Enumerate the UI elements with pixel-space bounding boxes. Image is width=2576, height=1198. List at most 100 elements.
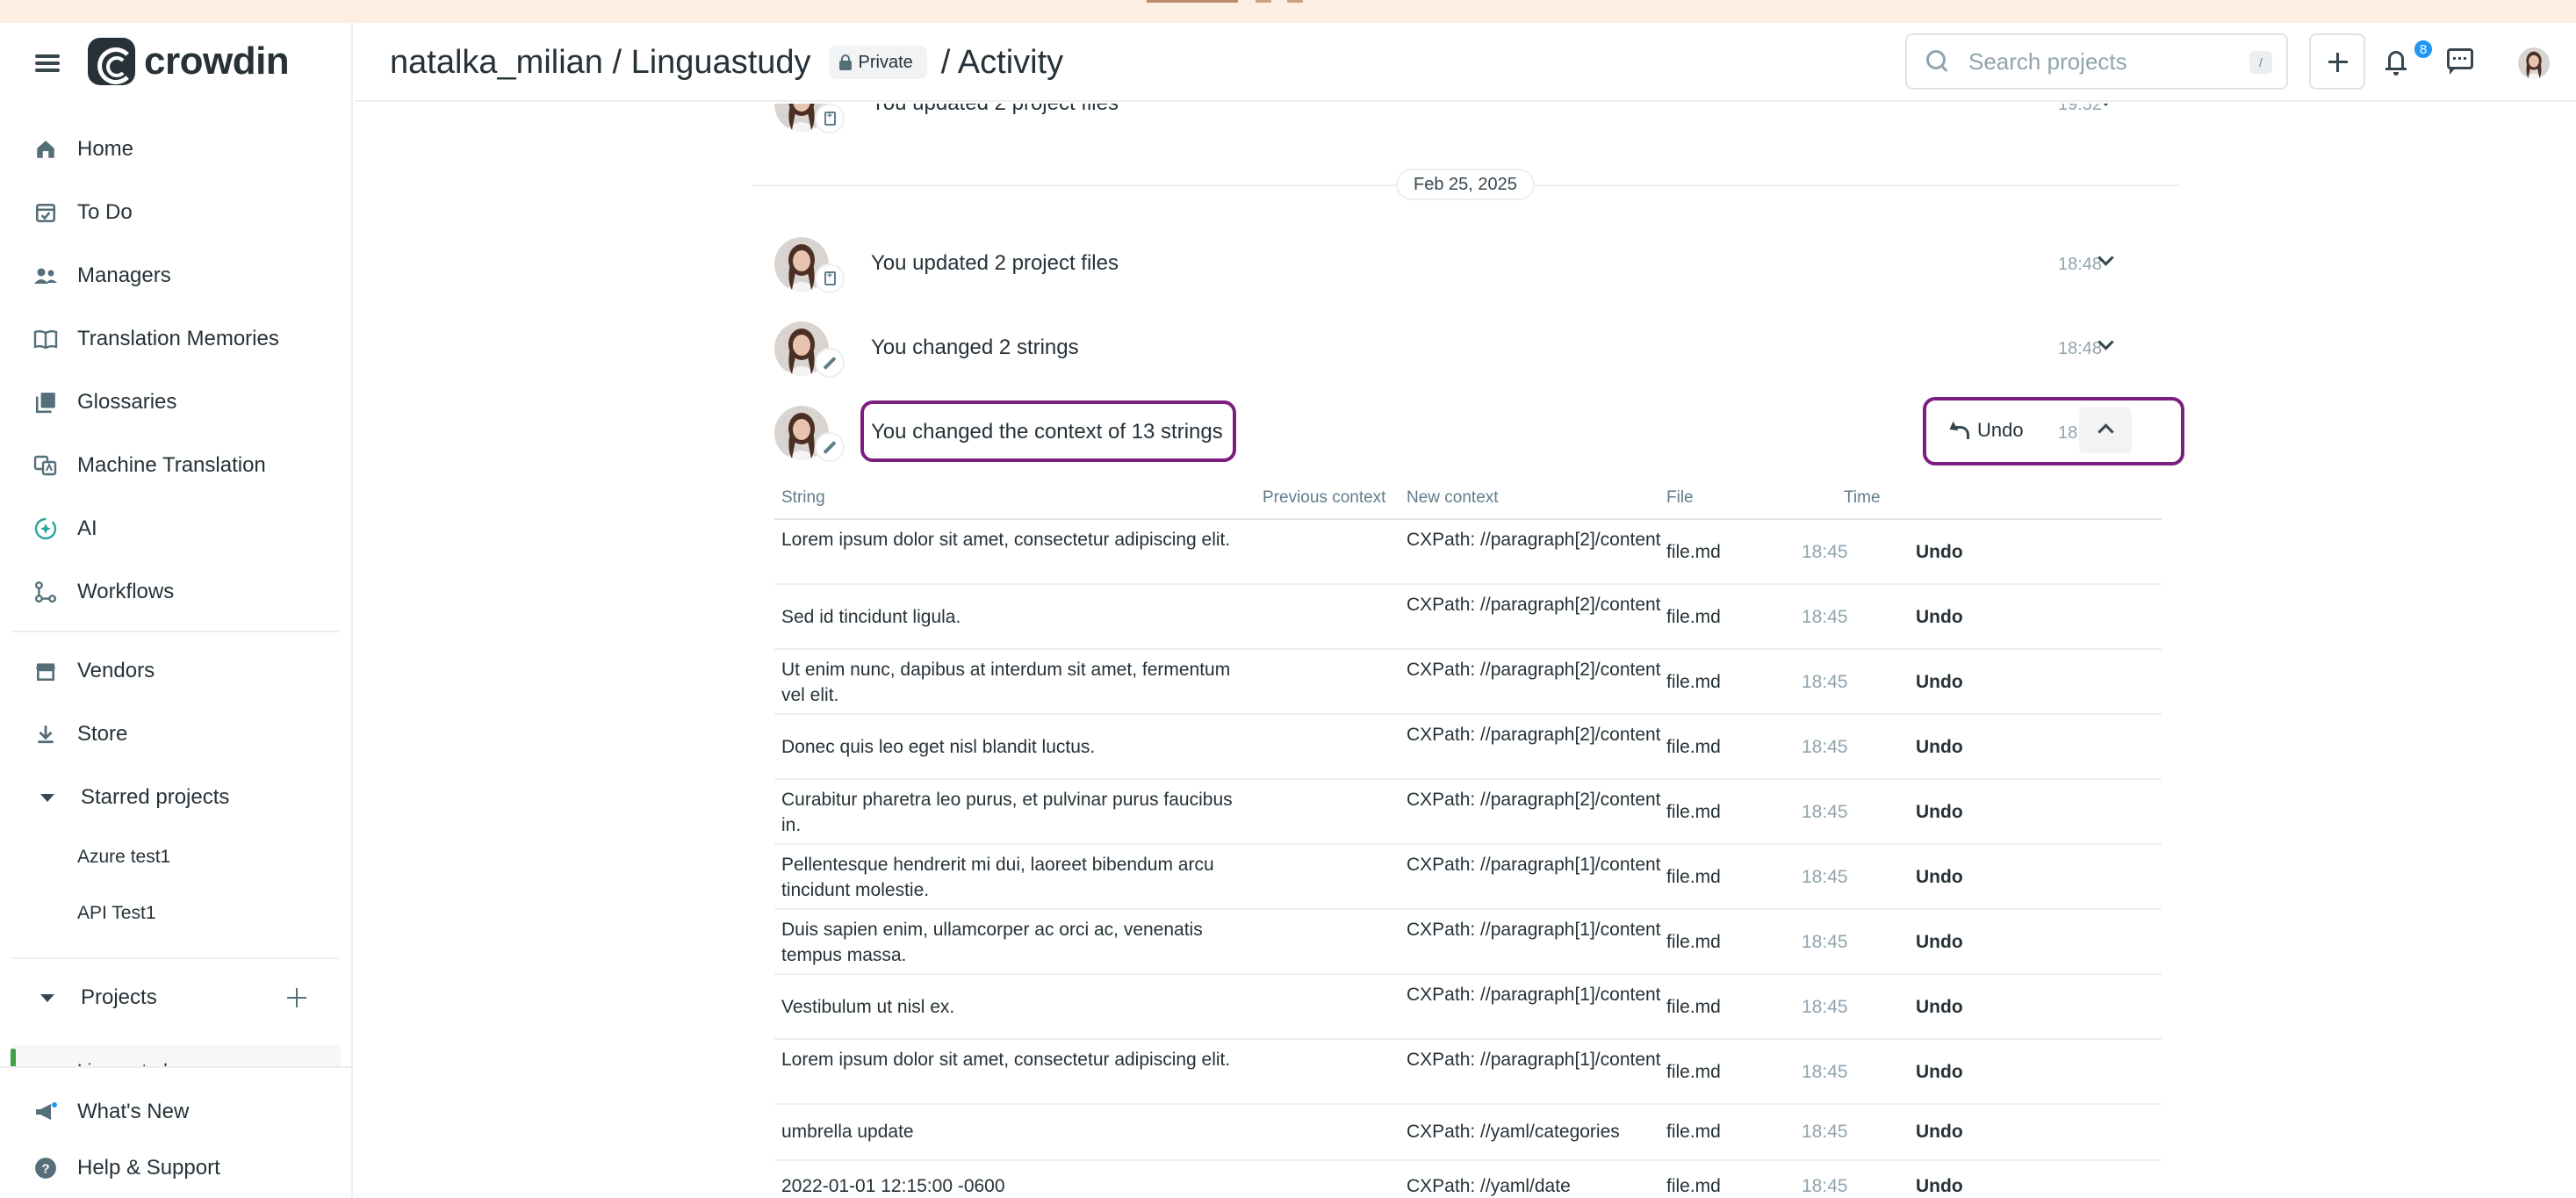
chevron-up-icon[interactable] [2097, 420, 2114, 437]
sidebar-footer: What's New ? Help & Support [0, 1066, 351, 1198]
nav-item-ai[interactable]: AI [0, 497, 351, 560]
undo-row-button[interactable]: Undo [1916, 864, 1963, 890]
chevron-down-icon[interactable] [2097, 336, 2114, 353]
nav-item-help-support[interactable]: ? Help & Support [0, 1137, 351, 1198]
ai-sparkle-icon [33, 516, 58, 541]
add-project-icon[interactable] [284, 985, 309, 1010]
page-title: / Activity [940, 43, 1064, 81]
time-cell: 18:45 [1802, 1176, 1848, 1196]
chevron-down-icon[interactable] [2097, 251, 2114, 269]
nav-label: Store [77, 722, 128, 746]
nav-item-machine-translation[interactable]: Machine Translation [0, 434, 351, 497]
undo-row-button[interactable]: Undo [1916, 1059, 1963, 1085]
lock-icon [838, 54, 852, 70]
notifications-bell-icon[interactable] [2381, 46, 2413, 77]
column-header-file: File [1666, 488, 1694, 507]
string-cell: Ut enim nunc, dapibus at interdum sit am… [781, 660, 1231, 705]
starred-project-item[interactable]: API Test1 [77, 903, 156, 924]
string-cell: umbrella update [781, 1122, 914, 1142]
breadcrumb-project[interactable]: natalka_milian / Linguastudy [390, 44, 811, 82]
context-cell: CXPath: //paragraph[1]/content [1407, 855, 1661, 875]
calendar-check-icon [33, 200, 58, 225]
breadcrumb: natalka_milian / Linguastudy Private / A… [390, 40, 1063, 84]
nav-item-translation-memories[interactable]: Translation Memories [0, 307, 351, 371]
table-row: Duis sapien enim, ullamcorper ac orci ac… [774, 910, 2162, 975]
undo-icon [1949, 423, 1969, 439]
nav-item-managers[interactable]: Managers [0, 244, 351, 307]
table-row: Pellentesque hendrerit mi dui, laoreet b… [774, 845, 2162, 910]
string-cell: Pellentesque hendrerit mi dui, laoreet b… [781, 855, 1214, 900]
context-cell: CXPath: //paragraph[2]/content [1407, 530, 1661, 550]
file-cell: file.md [1666, 802, 1721, 822]
undo-row-button[interactable]: Undo [1916, 669, 1963, 695]
crowdin-logo[interactable]: crowdin [88, 37, 290, 86]
undo-row-button[interactable]: Undo [1916, 604, 1963, 630]
time-cell: 18:45 [1802, 1122, 1848, 1142]
file-update-icon [815, 104, 845, 134]
nav-item-home[interactable]: Home [0, 118, 351, 181]
chevron-down-icon[interactable] [2097, 104, 2114, 109]
megaphone-icon [33, 1100, 58, 1124]
undo-row-button[interactable]: Undo [1916, 994, 1963, 1020]
download-icon [33, 722, 58, 747]
context-cell: CXPath: //paragraph[1]/content [1407, 985, 1661, 1005]
starred-project-item[interactable]: Azure test1 [77, 847, 170, 868]
nav-label: Machine Translation [77, 453, 266, 477]
private-badge: Private [828, 46, 927, 79]
activity-time: 18:48 [2058, 339, 2103, 358]
context-cell: CXPath: //paragraph[2]/content [1407, 725, 1661, 745]
hamburger-menu-icon[interactable] [33, 49, 61, 77]
nav-label: Vendors [77, 659, 155, 682]
context-cell: CXPath: //yaml/categories [1407, 1122, 1620, 1142]
time-cell: 18:45 [1802, 607, 1848, 627]
top-notice-link[interactable] [1147, 0, 1238, 3]
nav-label: Glossaries [77, 390, 177, 414]
string-cell: Curabitur pharetra leo purus, et pulvina… [781, 790, 1233, 835]
svg-text:?: ? [41, 1161, 49, 1176]
nav-item-workflows[interactable]: Workflows [0, 560, 351, 624]
undo-row-button[interactable]: Undo [1916, 799, 1963, 825]
top-notice-text [1287, 0, 1303, 3]
logo-text: crowdin [144, 40, 290, 83]
create-plus-button[interactable] [2309, 33, 2365, 90]
time-cell: 18:45 [1802, 867, 1848, 887]
string-cell: Lorem ipsum dolor sit amet, consectetur … [781, 1050, 1231, 1070]
undo-row-button[interactable]: Undo [1916, 1119, 1963, 1144]
undo-row-button[interactable]: Undo [1916, 539, 1963, 565]
starred-projects-toggle[interactable]: Starred projects [0, 771, 351, 824]
nav-item-vendors[interactable]: Vendors [0, 639, 351, 703]
undo-row-button[interactable]: Undo [1916, 929, 1963, 955]
workflow-icon [33, 580, 58, 604]
table-row: Curabitur pharetra leo purus, et pulvina… [774, 780, 2162, 845]
nav-item-store[interactable]: Store [0, 703, 351, 766]
table-row: Ut enim nunc, dapibus at interdum sit am… [774, 650, 2162, 715]
user-avatar[interactable] [2518, 47, 2550, 79]
nav-item-glossaries[interactable]: Glossaries [0, 371, 351, 434]
nav-label: To Do [77, 200, 133, 224]
table-row: umbrella update CXPath: //yaml/categorie… [774, 1105, 2162, 1161]
nav-item-todo[interactable]: To Do [0, 181, 351, 244]
undo-label: Undo [1977, 419, 2024, 441]
time-cell: 18:45 [1802, 932, 1848, 952]
time-cell: 18:45 [1802, 1062, 1848, 1082]
activity-text: You changed 2 strings [871, 336, 1079, 359]
table-row: Lorem ipsum dolor sit amet, consectetur … [774, 520, 2162, 585]
activity-time: 18:48 [2058, 255, 2103, 274]
undo-row-button[interactable]: Undo [1916, 734, 1963, 760]
library-icon [33, 390, 58, 415]
people-icon [33, 263, 58, 288]
top-notice-text [1256, 0, 1271, 3]
crowdin-logo-icon [88, 38, 135, 85]
undo-all-button[interactable]: Undo [1949, 419, 2024, 442]
file-update-icon [815, 263, 845, 293]
file-cell: file.md [1666, 1176, 1721, 1196]
activity-text: You changed the context of 13 strings [871, 420, 1223, 444]
nav-label: Help & Support [77, 1156, 220, 1180]
search-input[interactable] [1968, 47, 2241, 76]
messages-chat-icon[interactable] [2444, 46, 2476, 77]
search-box[interactable]: / [1905, 33, 2288, 90]
undo-row-button[interactable]: Undo [1916, 1173, 1963, 1198]
nav-divider [12, 631, 339, 632]
nav-item-whats-new[interactable]: What's New [0, 1080, 351, 1144]
book-icon [33, 327, 58, 351]
